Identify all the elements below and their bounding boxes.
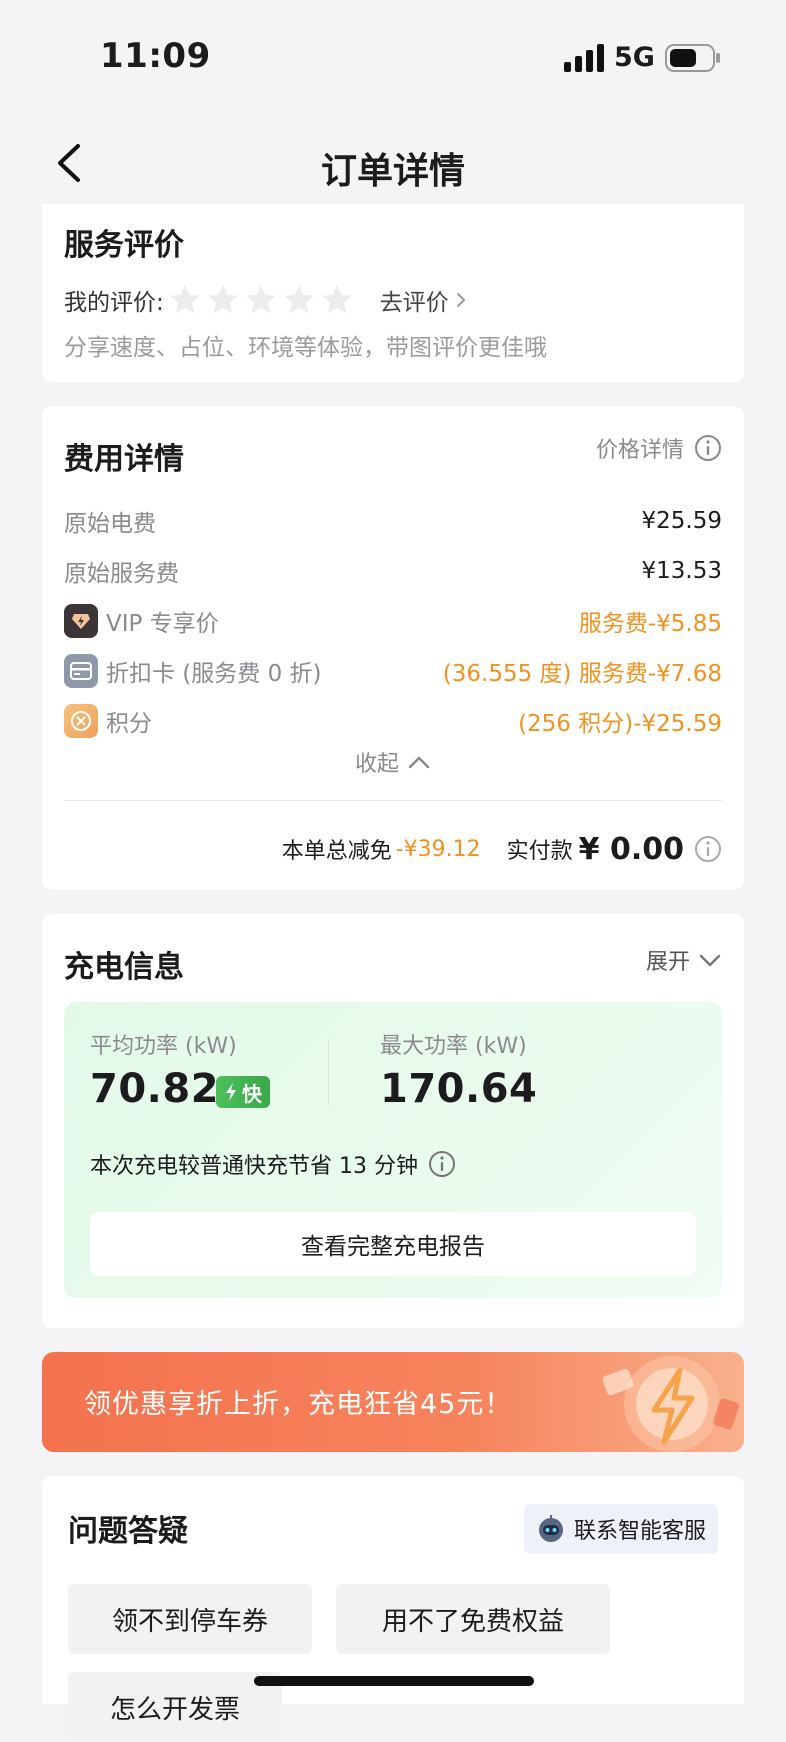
my-rating-label: 我的评价: [64, 290, 164, 316]
fee-label: 原始电费 [64, 511, 156, 537]
qa-chip[interactable]: 领不到停车券 [68, 1584, 312, 1654]
service-rating-card: 服务评价 我的评价: 去评价 分享速度、占位、环境等体验，带图评价更佳哦 [42, 204, 744, 382]
total-row: 本单总减免 -¥39.12 实付款 ¥ 0.00 [282, 824, 722, 874]
page-title: 订单详情 [320, 151, 465, 192]
fee-label-wrap: 积分 [64, 704, 518, 738]
max-power-label: 最大功率 (kW) [380, 1034, 527, 1059]
charge-title: 充电信息 [64, 950, 184, 985]
paid-label: 实付款 [506, 839, 573, 864]
fee-row-points: 积分 (256 积分)-¥25.59 [64, 702, 722, 740]
status-bar: 11:09 5G [0, 0, 786, 118]
fast-badge-label: 快 [242, 1081, 262, 1106]
divider [328, 1038, 329, 1106]
time-saved-text: 本次充电较普通快充节省 13 分钟 [90, 1154, 418, 1179]
star-icon[interactable] [244, 283, 278, 317]
points-coin-icon [64, 704, 98, 738]
chevron-up-icon [408, 756, 430, 769]
vip-diamond-icon [64, 604, 98, 638]
divider [64, 800, 722, 801]
price-detail-link[interactable]: 价格详情 [596, 432, 722, 464]
total-discount-value: -¥39.12 [395, 836, 481, 862]
fee-row-service: 原始服务费 ¥13.53 [64, 552, 722, 590]
expand-label: 展开 [645, 950, 690, 975]
qa-title: 问题答疑 [68, 1514, 188, 1549]
contact-support-label: 联系智能客服 [573, 1519, 706, 1544]
fee-value: ¥25.59 [641, 508, 722, 534]
fee-label: 原始服务费 [64, 561, 179, 587]
robot-icon [538, 1515, 563, 1542]
promo-banner[interactable]: 领优惠享折上折，充电狂省45元！ [42, 1352, 744, 1452]
contact-support-button[interactable]: 联系智能客服 [523, 1504, 718, 1554]
battery-icon [665, 44, 720, 72]
avg-power-label: 平均功率 (kW) [90, 1034, 237, 1059]
fee-row-discount-card: 折扣卡 (服务费 0 折) (36.555 度) 服务费-¥7.68 [64, 652, 722, 690]
qa-chip[interactable]: 怎么开发票 [68, 1672, 282, 1742]
charge-info-card: 充电信息 展开 平均功率 (kW) 70.82 快 最大功率 (kW) 170.… [42, 914, 744, 1328]
fee-detail-card: 费用详情 价格详情 原始电费 ¥25.59 原始服务费 ¥13.53 VIP 专… [42, 406, 744, 890]
star-icon[interactable] [320, 283, 354, 317]
rating-row: 我的评价: 去评价 [64, 280, 467, 320]
fee-label: VIP 专享价 [106, 611, 219, 637]
fee-label-wrap: VIP 专享价 [64, 604, 579, 638]
rating-title: 服务评价 [64, 228, 184, 263]
qa-card: 问题答疑 联系智能客服 领不到停车券 用不了免费权益 怎么开发票 [42, 1476, 744, 1742]
star-icon[interactable] [282, 283, 316, 317]
fast-charge-badge: 快 [216, 1076, 270, 1108]
qa-chip[interactable]: 用不了免费权益 [336, 1584, 610, 1654]
collapse-label: 收起 [354, 752, 399, 777]
promo-text: 领优惠享折上折，充电狂省45元！ [84, 1389, 513, 1420]
fee-label: 折扣卡 (服务费 0 折) [106, 661, 322, 687]
paid-value: ¥ 0.00 [578, 831, 684, 867]
max-power-value: 170.64 [380, 1066, 538, 1112]
collapse-toggle[interactable]: 收起 [42, 746, 744, 778]
fee-row-vip: VIP 专享价 服务费-¥5.85 [64, 602, 722, 640]
nav-bar: 订单详情 [0, 118, 786, 208]
fee-value: (256 积分)-¥25.59 [518, 711, 722, 737]
avg-power-value: 70.82 [90, 1066, 220, 1112]
star-icon[interactable] [206, 283, 240, 317]
time-saved-note: 本次充电较普通快充节省 13 分钟 [90, 1148, 456, 1180]
view-report-button[interactable]: 查看完整充电报告 [90, 1212, 696, 1276]
card-icon [64, 654, 98, 688]
info-icon[interactable] [694, 835, 722, 863]
chevron-down-icon [699, 954, 721, 967]
lightning-coin-icon [602, 1356, 739, 1452]
fee-label: 积分 [106, 711, 152, 737]
info-icon[interactable] [694, 434, 722, 462]
home-indicator [254, 1676, 534, 1686]
status-time: 11:09 [100, 36, 211, 76]
star-icon[interactable] [168, 283, 202, 317]
price-detail-label: 价格详情 [595, 438, 684, 463]
chevron-right-icon[interactable] [455, 291, 467, 309]
expand-toggle[interactable]: 展开 [646, 944, 722, 976]
go-rate-link[interactable]: 去评价 [380, 283, 449, 317]
signal-icon [564, 44, 604, 72]
fee-value: (36.555 度) 服务费-¥7.68 [442, 661, 722, 687]
fee-row-electricity: 原始电费 ¥25.59 [64, 502, 722, 540]
power-panel: 平均功率 (kW) 70.82 快 最大功率 (kW) 170.64 本次充电较… [64, 1002, 722, 1298]
network-label: 5G [614, 42, 655, 73]
fee-title: 费用详情 [64, 442, 184, 477]
total-discount-label: 本单总减免 [281, 839, 392, 864]
star-rating[interactable] [168, 283, 358, 317]
lightning-icon [226, 1083, 236, 1101]
info-icon[interactable] [428, 1150, 456, 1178]
rating-hint: 分享速度、占位、环境等体验，带图评价更佳哦 [64, 335, 547, 361]
fee-value: 服务费-¥5.85 [578, 611, 722, 637]
fee-value: ¥13.53 [641, 558, 722, 584]
fee-label-wrap: 折扣卡 (服务费 0 折) [64, 654, 443, 688]
